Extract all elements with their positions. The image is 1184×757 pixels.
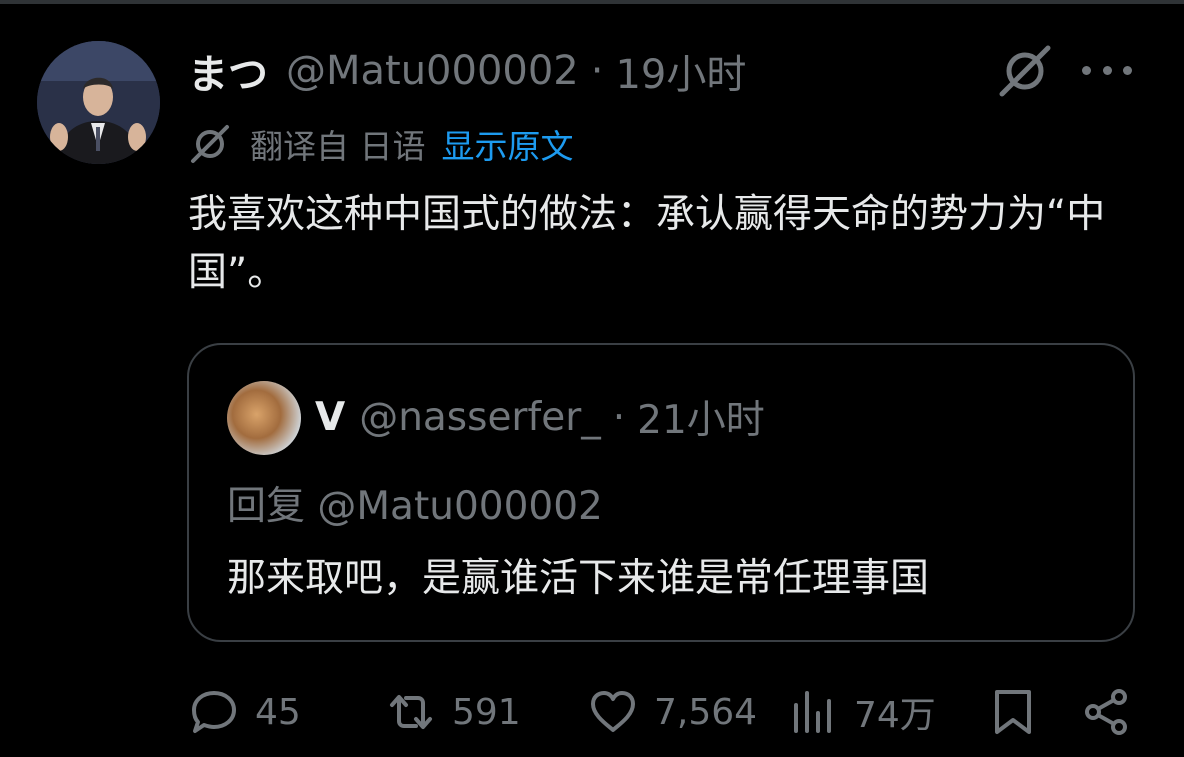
- share-button[interactable]: [1082, 680, 1132, 744]
- avatar[interactable]: [37, 41, 160, 164]
- show-original-link[interactable]: 显示原文: [442, 120, 574, 168]
- translate-grok-icon: [191, 125, 229, 163]
- more-icon[interactable]: [1082, 50, 1132, 90]
- bookmark-icon: [995, 690, 1031, 734]
- speech-bubble-icon: [192, 691, 236, 733]
- author-name[interactable]: まつ: [188, 42, 268, 100]
- tweet-text: 我喜欢这种中国式的做法：承认赢得天命的势力为“中国”。: [188, 192, 1106, 295]
- reply-to-label: 回复 @Matu000002: [227, 484, 603, 529]
- action-bar: 45 591 7,564 74万: [0, 680, 1184, 744]
- repost-button[interactable]: 591: [386, 680, 521, 744]
- tweet-header: まつ @Matu000002 · 19小时: [188, 44, 746, 98]
- more-dot: [1082, 65, 1091, 75]
- bar-chart-icon: [794, 691, 831, 733]
- share-nodes-icon: [1085, 689, 1127, 735]
- heart-icon: [591, 691, 635, 732]
- separator-dot: ·: [612, 394, 626, 440]
- bookmark-button[interactable]: [988, 680, 1038, 744]
- quoted-tweet[interactable]: V @nasserfer_ · 21小时 回复 @Matu000002 那来取吧…: [187, 343, 1135, 642]
- reply-button[interactable]: 45: [189, 680, 301, 744]
- top-divider: [0, 0, 1184, 4]
- more-dot: [1123, 65, 1132, 75]
- reply-count: 45: [255, 691, 301, 733]
- translated-from-label: 翻译自 日语: [250, 127, 426, 166]
- repost-count: 591: [452, 691, 521, 733]
- quote-author-name[interactable]: V: [315, 395, 345, 440]
- quote-avatar[interactable]: [227, 381, 301, 455]
- views-button[interactable]: 74万: [788, 680, 936, 744]
- quote-header: V @nasserfer_ · 21小时: [315, 389, 765, 445]
- like-button[interactable]: 7,564: [588, 680, 757, 744]
- quote-author-handle[interactable]: @nasserfer_: [359, 395, 601, 440]
- like-count: 7,564: [654, 691, 758, 733]
- grok-icon[interactable]: [996, 42, 1054, 100]
- view-count: 74万: [854, 695, 936, 736]
- more-dot: [1102, 65, 1112, 75]
- repost-arrows-icon: [390, 695, 432, 729]
- avatar-portrait: [37, 41, 160, 164]
- author-handle[interactable]: @Matu000002: [286, 48, 579, 94]
- quote-time[interactable]: 21小时: [637, 389, 765, 445]
- tweet-time[interactable]: 19小时: [615, 42, 746, 100]
- translation-row: 翻译自 日语 显示原文: [188, 118, 574, 170]
- quote-text: 那来取吧，是赢谁活下来谁是常任理事国: [227, 556, 930, 601]
- separator-dot: ·: [590, 48, 604, 94]
